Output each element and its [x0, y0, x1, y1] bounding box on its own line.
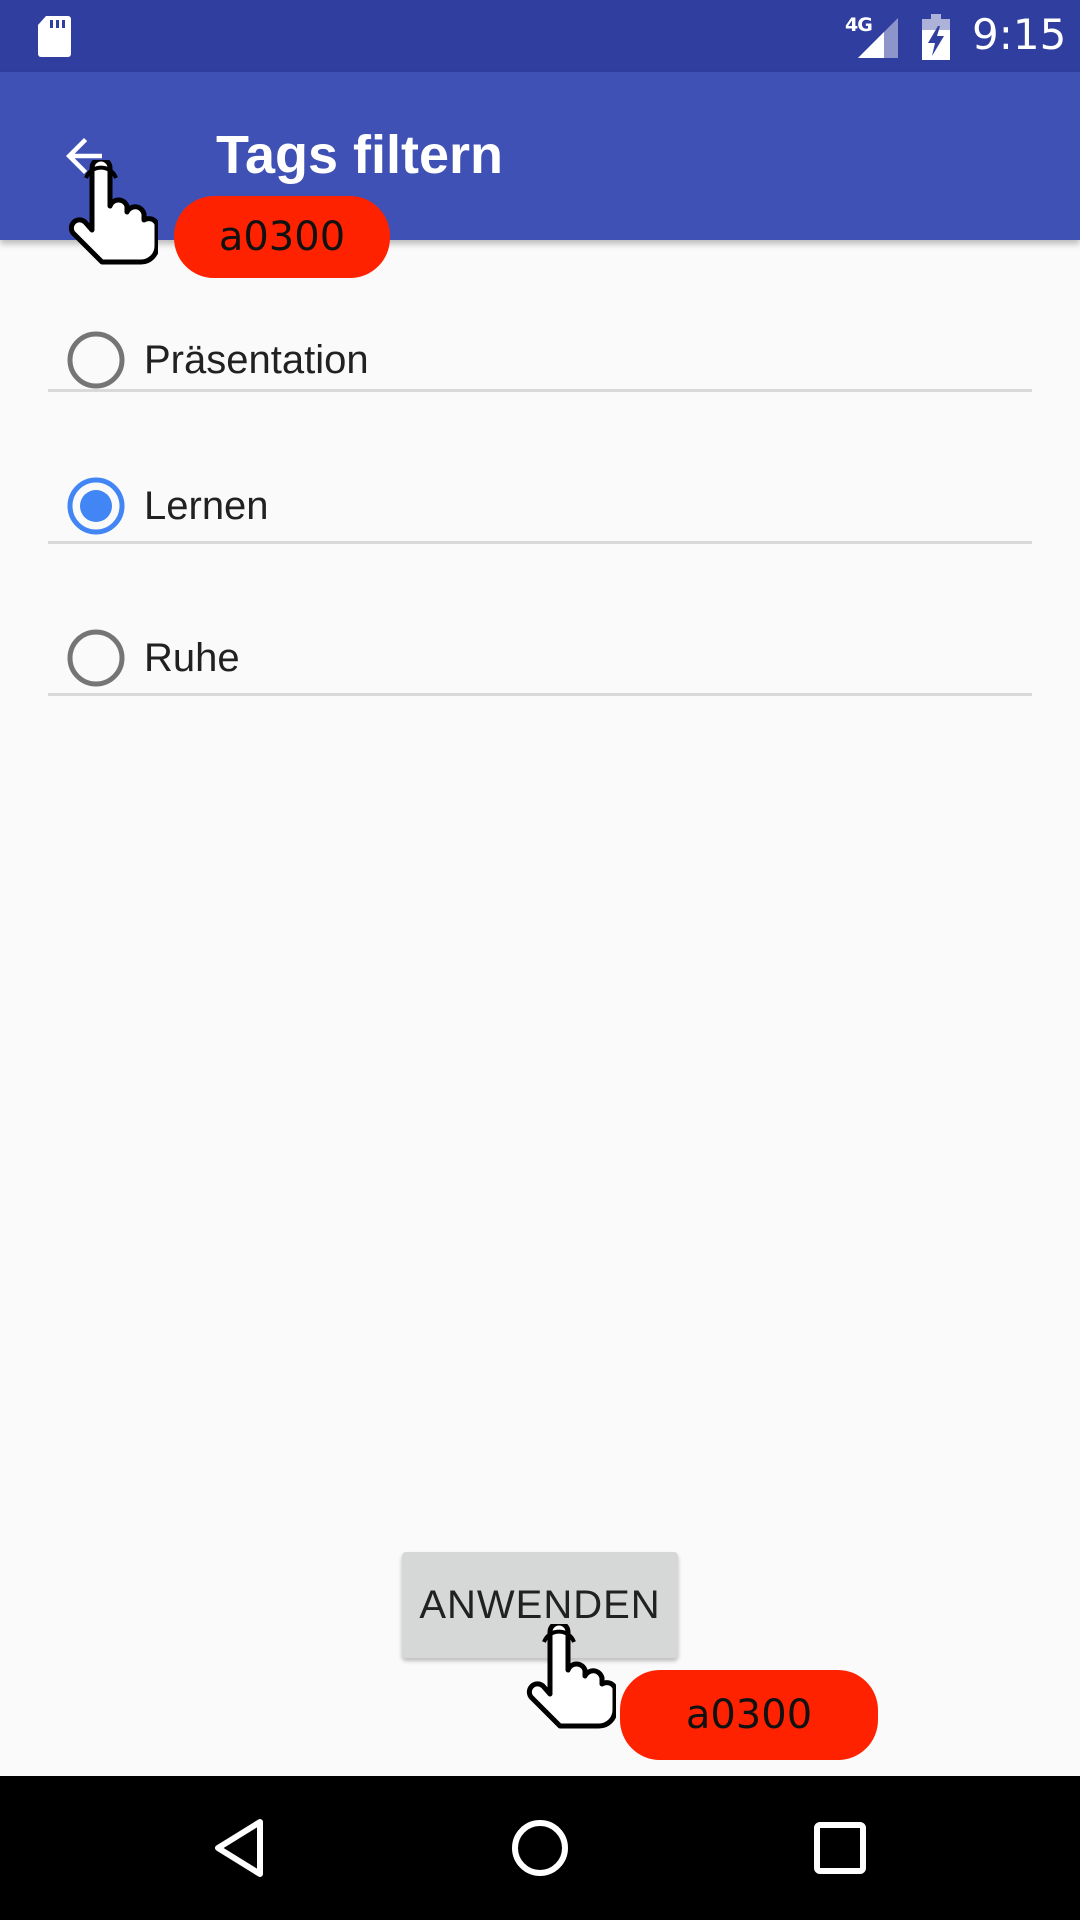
- sd-card-icon: [38, 16, 71, 57]
- recents-square-icon[interactable]: [804, 1812, 876, 1884]
- tap-hand-icon: [526, 1624, 616, 1729]
- radio-option-label: Lernen: [144, 484, 269, 528]
- clock: 9:15: [972, 10, 1067, 59]
- annotation-badge: a0300: [174, 196, 390, 278]
- radio-option-lernen[interactable]: Lernen: [48, 392, 1032, 544]
- radio-option-ruhe[interactable]: Ruhe: [48, 544, 1032, 696]
- app-bar: Tags filtern: [0, 72, 1080, 240]
- network-type-label: 4G: [845, 14, 873, 36]
- home-circle-icon[interactable]: [504, 1812, 576, 1884]
- page-title: Tags filtern: [216, 125, 504, 185]
- radio-unchecked-icon[interactable]: [66, 330, 126, 390]
- back-triangle-icon[interactable]: [204, 1812, 276, 1884]
- screen: 4G 9:15 Tags filtern Präsentation Lernen…: [0, 0, 1080, 1920]
- navigation-bar: [0, 1776, 1080, 1920]
- radio-checked-icon[interactable]: [66, 476, 126, 536]
- tap-hand-icon: [68, 160, 158, 265]
- annotation-badge: a0300: [620, 1670, 878, 1760]
- battery-charging-icon: [922, 14, 950, 60]
- tag-radio-group: Präsentation Lernen Ruhe: [48, 240, 1032, 696]
- status-bar: 4G 9:15: [0, 0, 1080, 72]
- radio-unchecked-icon[interactable]: [66, 628, 126, 688]
- radio-option-label: Ruhe: [144, 636, 240, 680]
- radio-option-label: Präsentation: [144, 338, 369, 382]
